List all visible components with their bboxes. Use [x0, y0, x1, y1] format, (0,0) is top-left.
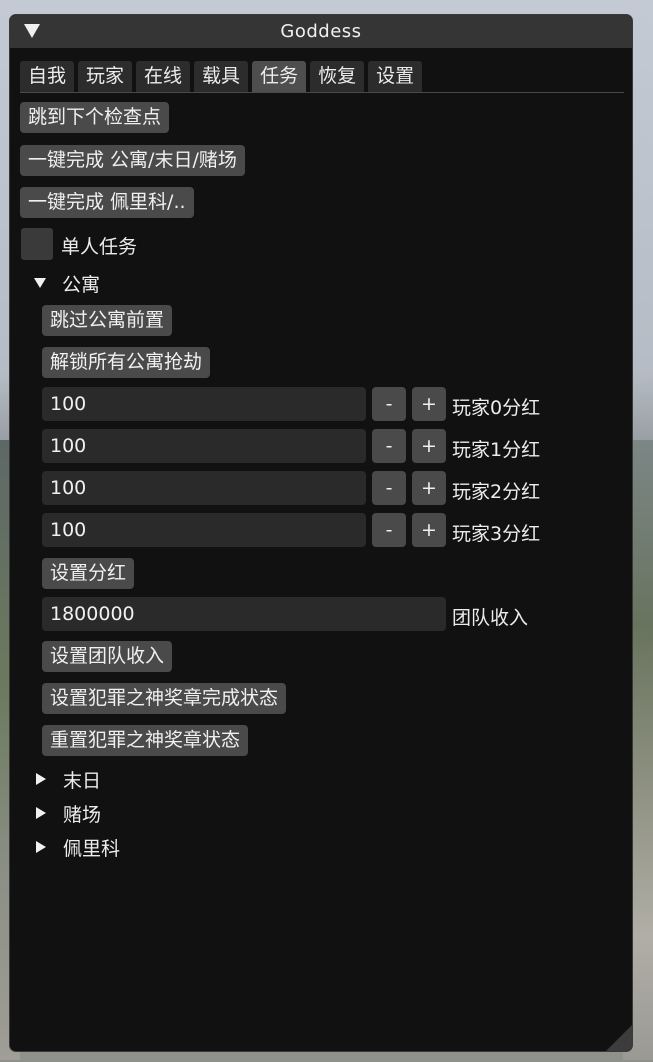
solo-mission-label: 单人任务	[61, 236, 138, 258]
player-2-cut-label: 玩家2分红	[452, 481, 541, 503]
skip-apartment-setup-button[interactable]: 跳过公寓前置	[42, 305, 173, 336]
tree-node-casino[interactable]: 赌场	[34, 799, 101, 827]
player-1-cut-label: 玩家1分红	[452, 439, 541, 461]
player-1-cut-increment-button[interactable]: +	[412, 429, 446, 463]
title-bar[interactable]: Goddess	[10, 15, 632, 48]
tab-separator	[20, 92, 624, 93]
player-2-cut-input[interactable]: 100	[42, 471, 366, 505]
set-team-income-button[interactable]: 设置团队收入	[42, 641, 173, 672]
tree-node-label: 赌场	[63, 803, 102, 826]
tree-node-label: 公寓	[62, 273, 101, 296]
tab-online[interactable]: 在线	[136, 61, 191, 92]
collapse-triangle-icon[interactable]	[24, 24, 40, 38]
collapsed-arrow-icon	[36, 841, 46, 853]
tab-players[interactable]: 玩家	[78, 61, 133, 92]
tab-settings[interactable]: 设置	[368, 61, 423, 92]
tree-node-label: 佩里科	[63, 837, 121, 860]
tab-recovery[interactable]: 恢复	[310, 61, 365, 92]
tree-node-doomsday[interactable]: 末日	[34, 765, 101, 793]
team-income-input[interactable]: 1800000	[42, 597, 446, 631]
resize-grip-icon[interactable]	[606, 1025, 632, 1051]
complete-perico-button[interactable]: 一键完成 佩里科/..	[20, 187, 194, 218]
set-cuts-button[interactable]: 设置分红	[42, 558, 135, 589]
player-0-cut-increment-button[interactable]: +	[412, 387, 446, 421]
player-1-cut-decrement-button[interactable]: -	[372, 429, 406, 463]
goddess-menu-window: Goddess 自我 玩家 在线 载具 任务 恢复 设置 跳到下个检查点 一键完…	[9, 14, 633, 1052]
player-1-cut-input[interactable]: 100	[42, 429, 366, 463]
player-0-cut-decrement-button[interactable]: -	[372, 387, 406, 421]
tree-node-perico[interactable]: 佩里科	[34, 833, 120, 861]
expanded-arrow-icon	[34, 278, 46, 288]
window-title: Goddess	[280, 21, 362, 42]
player-3-cut-input[interactable]: 100	[42, 513, 366, 547]
player-2-cut-decrement-button[interactable]: -	[372, 471, 406, 505]
collapsed-arrow-icon	[36, 807, 46, 819]
reset-criminal-mastermind-button[interactable]: 重置犯罪之神奖章状态	[42, 725, 249, 756]
complete-apartment-doomsday-casino-button[interactable]: 一键完成 公寓/末日/赌场	[20, 145, 245, 176]
tab-vehicle[interactable]: 载具	[194, 61, 249, 92]
player-0-cut-input[interactable]: 100	[42, 387, 366, 421]
tab-bar: 自我 玩家 在线 载具 任务 恢复 设置	[20, 61, 423, 92]
player-3-cut-label: 玩家3分红	[452, 523, 541, 545]
tree-node-apartment[interactable]: 公寓	[34, 269, 100, 297]
unlock-all-apartment-heists-button[interactable]: 解锁所有公寓抢劫	[42, 347, 211, 378]
collapsed-arrow-icon	[36, 773, 46, 785]
skip-checkpoint-button[interactable]: 跳到下个检查点	[20, 102, 170, 133]
player-2-cut-increment-button[interactable]: +	[412, 471, 446, 505]
tree-node-label: 末日	[63, 769, 102, 792]
player-3-cut-increment-button[interactable]: +	[412, 513, 446, 547]
team-income-label: 团队收入	[452, 607, 529, 629]
solo-mission-checkbox[interactable]	[21, 228, 53, 260]
player-0-cut-label: 玩家0分红	[452, 397, 541, 419]
tab-self[interactable]: 自我	[20, 61, 75, 92]
tab-missions[interactable]: 任务	[252, 61, 307, 92]
set-criminal-mastermind-button[interactable]: 设置犯罪之神奖章完成状态	[42, 683, 287, 714]
player-3-cut-decrement-button[interactable]: -	[372, 513, 406, 547]
